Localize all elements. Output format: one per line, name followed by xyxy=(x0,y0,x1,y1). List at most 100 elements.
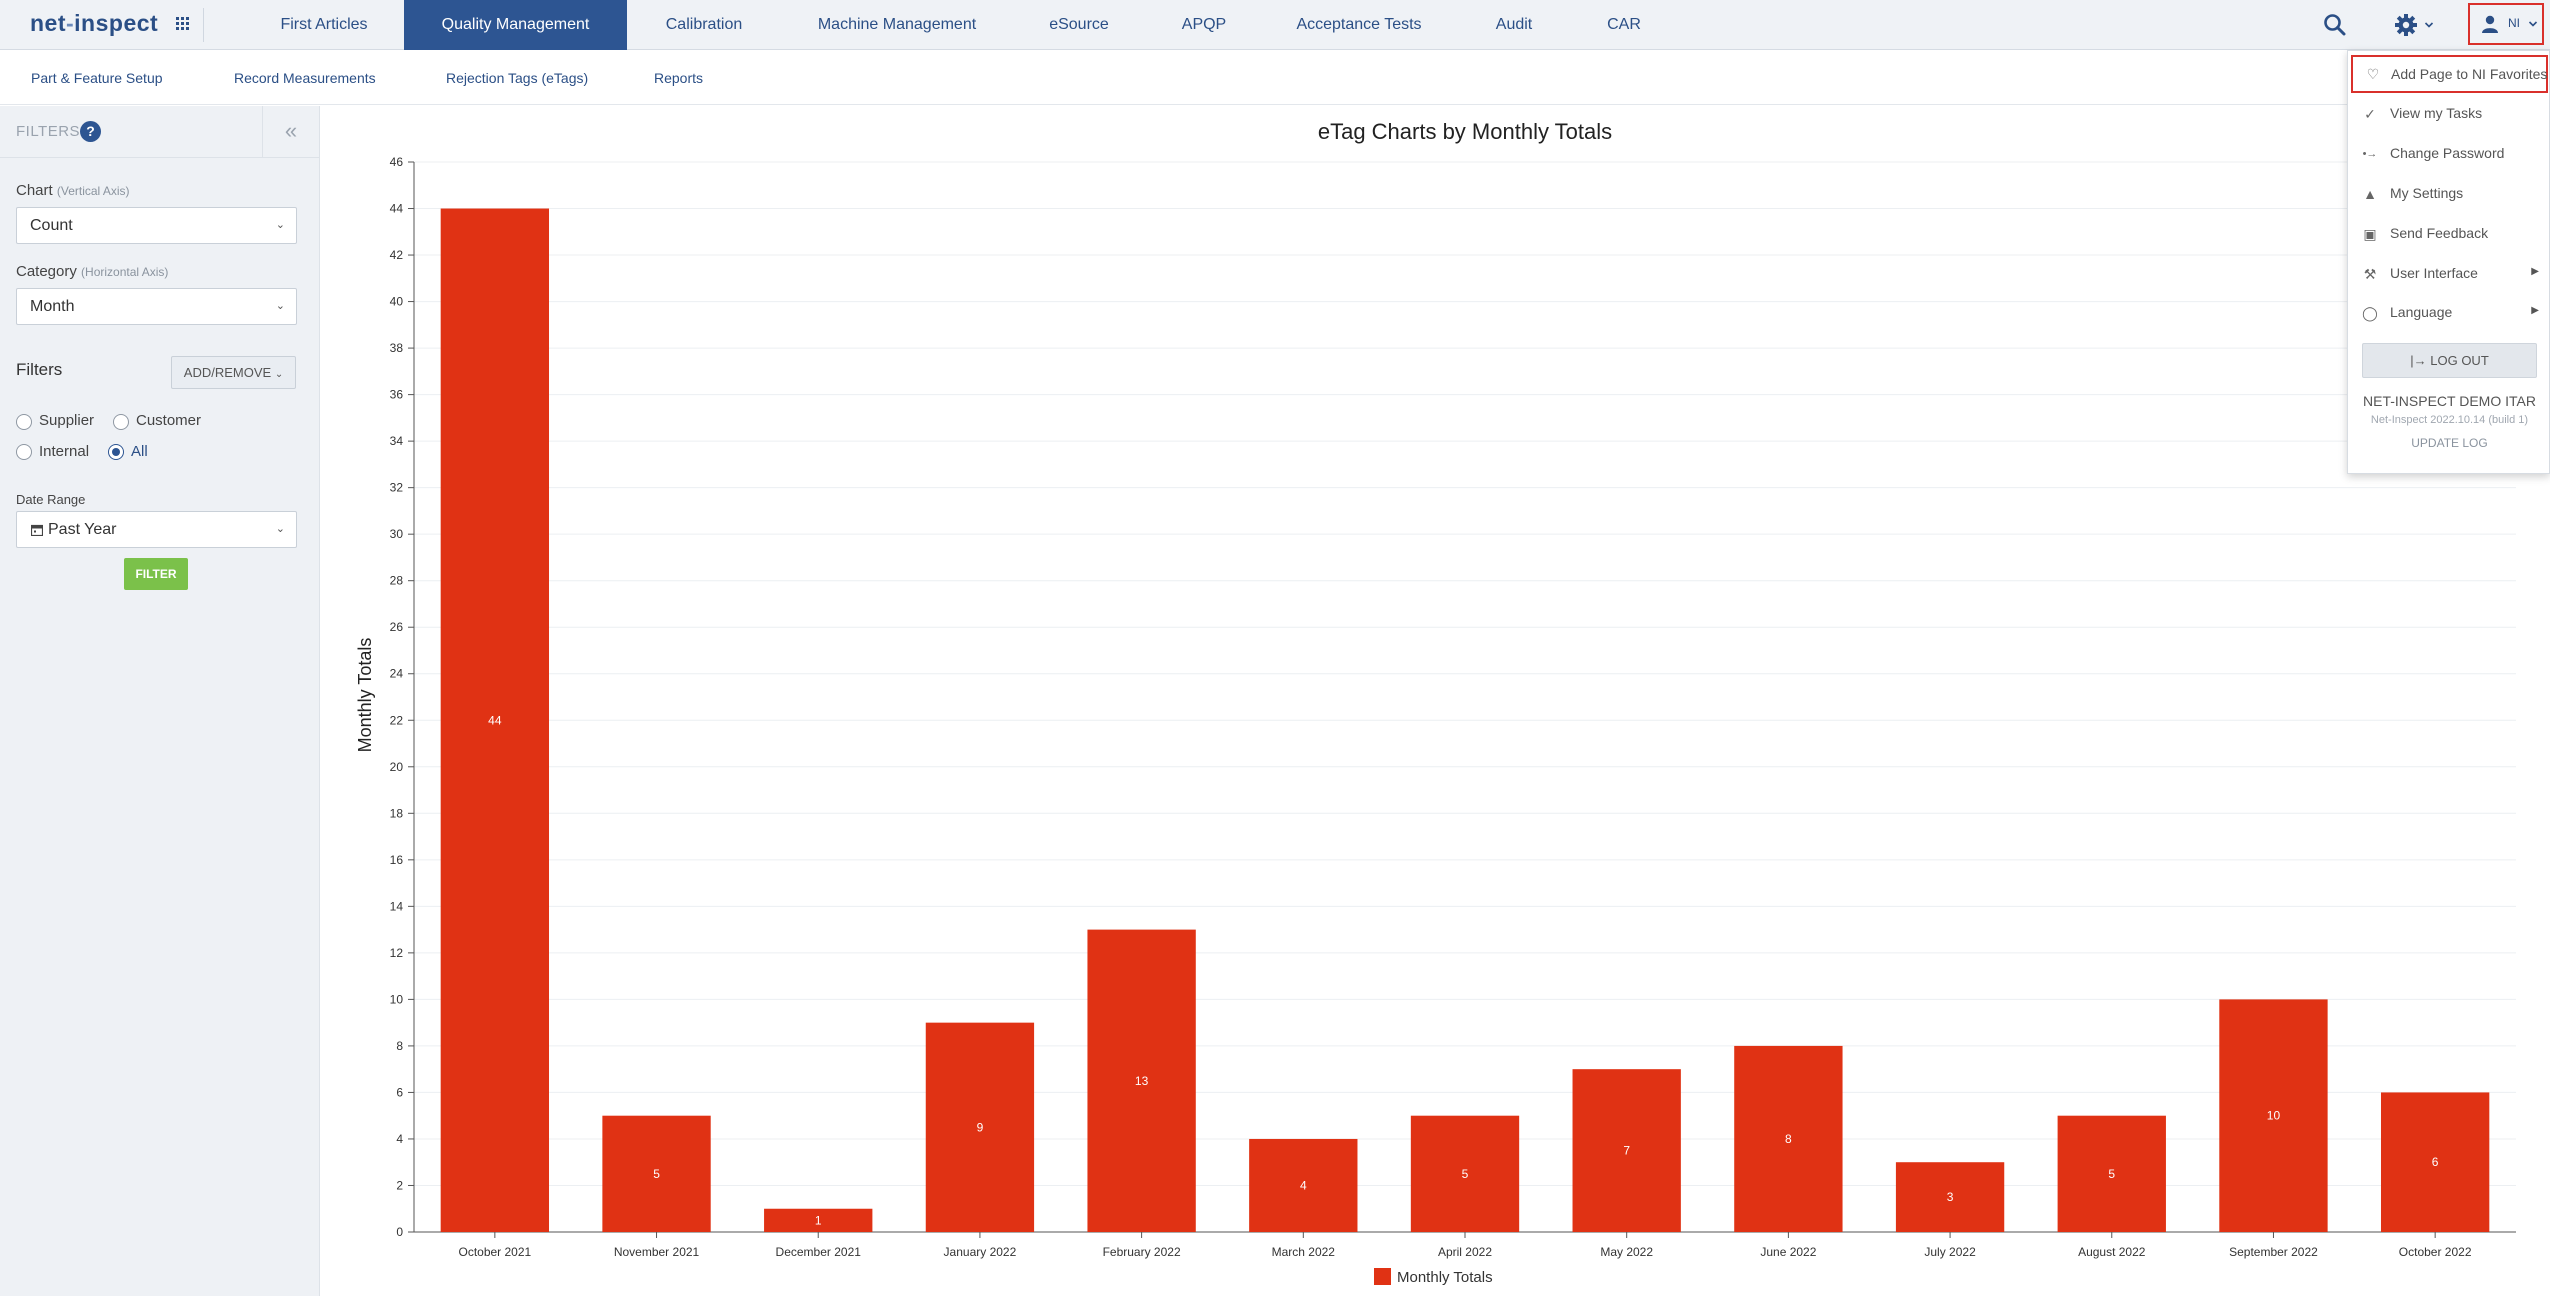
supplier-radio[interactable] xyxy=(16,414,32,430)
x-tick-label: February 2022 xyxy=(1103,1245,1181,1259)
category-select[interactable]: Month ⌄ xyxy=(16,288,297,325)
y-tick-label: 22 xyxy=(390,713,404,727)
topnav-audit[interactable]: Audit xyxy=(1470,0,1558,50)
topnav-esource[interactable]: eSource xyxy=(1030,0,1128,50)
key-icon: •→ xyxy=(2362,148,2378,160)
menu-view-tasks-label: View my Tasks xyxy=(2390,105,2483,121)
chevron-down-icon: ⌄ xyxy=(275,523,285,535)
customer-radio[interactable] xyxy=(113,414,129,430)
logout-button[interactable]: |→ LOG OUT xyxy=(2362,343,2537,378)
y-tick-label: 32 xyxy=(390,481,404,495)
y-tick-label: 36 xyxy=(390,388,404,402)
logout-icon: |→ xyxy=(2410,353,2427,368)
menu-language[interactable]: ◯ Language ▶ xyxy=(2348,294,2550,332)
y-tick-label: 40 xyxy=(390,295,404,309)
calendar-icon xyxy=(31,524,43,536)
subnav-part-feature-setup[interactable]: Part & Feature Setup xyxy=(31,51,163,105)
apps-grid-icon[interactable] xyxy=(176,17,190,31)
collapse-sidebar-button[interactable]: « xyxy=(262,106,319,158)
topnav-first-articles[interactable]: First Articles xyxy=(248,0,400,50)
chart-select-value: Count xyxy=(30,217,73,234)
category-label-text: Category xyxy=(16,263,77,280)
y-tick-label: 20 xyxy=(390,760,404,774)
filter-button[interactable]: FILTER xyxy=(124,558,188,590)
company-name: NET-INSPECT DEMO ITAR xyxy=(2363,393,2536,409)
menu-user-interface[interactable]: ⚒ User Interface ▶ xyxy=(2348,255,2550,293)
chart-label-hint: (Vertical Axis) xyxy=(56,184,130,198)
menu-language-label: Language xyxy=(2390,304,2453,320)
filters-title: FILTERS xyxy=(16,123,81,140)
bar-value-label: 5 xyxy=(1462,1167,1469,1181)
user-initials: NI xyxy=(2508,16,2520,30)
y-tick-label: 46 xyxy=(390,155,404,169)
y-tick-label: 16 xyxy=(390,853,404,867)
x-tick-label: August 2022 xyxy=(2078,1245,2146,1259)
menu-add-favorites[interactable]: ♡ Add Page to NI Favorites xyxy=(2351,55,2548,93)
topnav-quality-management[interactable]: Quality Management xyxy=(404,0,627,50)
menu-send-feedback[interactable]: ▣ Send Feedback xyxy=(2348,215,2550,253)
bar-value-label: 1 xyxy=(815,1213,822,1227)
check-icon: ✓ xyxy=(2364,106,2376,122)
category-field-label: Category (Horizontal Axis) xyxy=(16,263,168,280)
bar-value-label: 3 xyxy=(1947,1190,1954,1204)
menu-change-password[interactable]: •→ Change Password xyxy=(2348,135,2550,173)
topnav-apqp[interactable]: APQP xyxy=(1160,0,1248,50)
chart-select[interactable]: Count ⌄ xyxy=(16,207,297,244)
menu-my-settings[interactable]: ▲ My Settings xyxy=(2348,175,2550,213)
caret-right-icon: ▶ xyxy=(2531,266,2539,277)
chart-axes xyxy=(408,161,2516,1238)
bar-value-label: 5 xyxy=(653,1167,660,1181)
legend-label: Monthly Totals xyxy=(1397,1269,1493,1286)
wrench-icon: ⚒ xyxy=(2363,266,2377,282)
bar-value-label: 7 xyxy=(1623,1144,1630,1158)
y-tick-label: 44 xyxy=(390,202,404,216)
legend-swatch xyxy=(1374,1268,1391,1285)
filters-sidebar: FILTERS ? « Chart (Vertical Axis) Count … xyxy=(0,106,320,1296)
help-icon[interactable]: ? xyxy=(80,121,101,142)
globe-icon: ◯ xyxy=(2362,305,2378,321)
topnav-calibration[interactable]: Calibration xyxy=(640,0,768,50)
chart-label-text: Chart xyxy=(16,182,53,199)
topnav-acceptance-tests[interactable]: Acceptance Tests xyxy=(1280,0,1438,50)
y-tick-label: 30 xyxy=(390,527,404,541)
date-range-label: Date Range xyxy=(16,492,86,507)
all-radio[interactable] xyxy=(108,444,124,460)
x-tick-label: December 2021 xyxy=(776,1245,862,1259)
date-range-select[interactable]: Past Year ⌄ xyxy=(16,511,297,548)
subnav-reports[interactable]: Reports xyxy=(654,51,703,105)
menu-user-interface-label: User Interface xyxy=(2390,265,2478,281)
logo-text-right: inspect xyxy=(74,10,159,36)
x-tick-label: October 2021 xyxy=(458,1245,531,1259)
chart-labels: 0246810121416182022242628303234363840424… xyxy=(390,155,2472,1259)
update-log-link[interactable]: UPDATE LOG xyxy=(2348,436,2550,450)
y-tick-label: 14 xyxy=(390,899,404,913)
topnav-car[interactable]: CAR xyxy=(1590,0,1658,50)
gear-icon xyxy=(2395,14,2417,36)
filters-subheading: Filters xyxy=(16,360,63,379)
bar-value-label: 8 xyxy=(1785,1132,1792,1146)
settings-menu-button[interactable] xyxy=(2392,10,2438,40)
grid-lines xyxy=(414,161,2516,1233)
subnav-rejection-tags[interactable]: Rejection Tags (eTags) xyxy=(446,51,588,105)
menu-my-settings-label: My Settings xyxy=(2390,185,2464,201)
x-tick-label: September 2022 xyxy=(2229,1245,2318,1259)
menu-view-tasks[interactable]: ✓ View my Tasks xyxy=(2348,95,2550,133)
search-icon[interactable] xyxy=(2322,12,2348,38)
user-menu-button[interactable]: NI xyxy=(2468,3,2544,45)
bar-value-label: 4 xyxy=(1300,1178,1307,1192)
category-label-hint: (Horizontal Axis) xyxy=(81,265,169,279)
all-radio-label: All xyxy=(131,443,148,460)
add-remove-button[interactable]: ADD/REMOVE ⌄ xyxy=(171,356,296,389)
topnav-machine-management[interactable]: Machine Management xyxy=(800,0,994,50)
y-tick-label: 24 xyxy=(390,667,404,681)
net-inspect-logo[interactable]: net-inspect xyxy=(30,10,158,37)
bar-value-label: 13 xyxy=(1135,1074,1149,1088)
y-tick-label: 38 xyxy=(390,341,404,355)
chevron-down-icon: ⌄ xyxy=(274,369,284,380)
logout-label: LOG OUT xyxy=(2430,353,2489,368)
y-tick-label: 42 xyxy=(390,248,404,262)
internal-radio[interactable] xyxy=(16,444,32,460)
x-tick-label: July 2022 xyxy=(1924,1245,1976,1259)
subnav-record-measurements[interactable]: Record Measurements xyxy=(234,51,376,105)
menu-send-feedback-label: Send Feedback xyxy=(2390,225,2489,241)
